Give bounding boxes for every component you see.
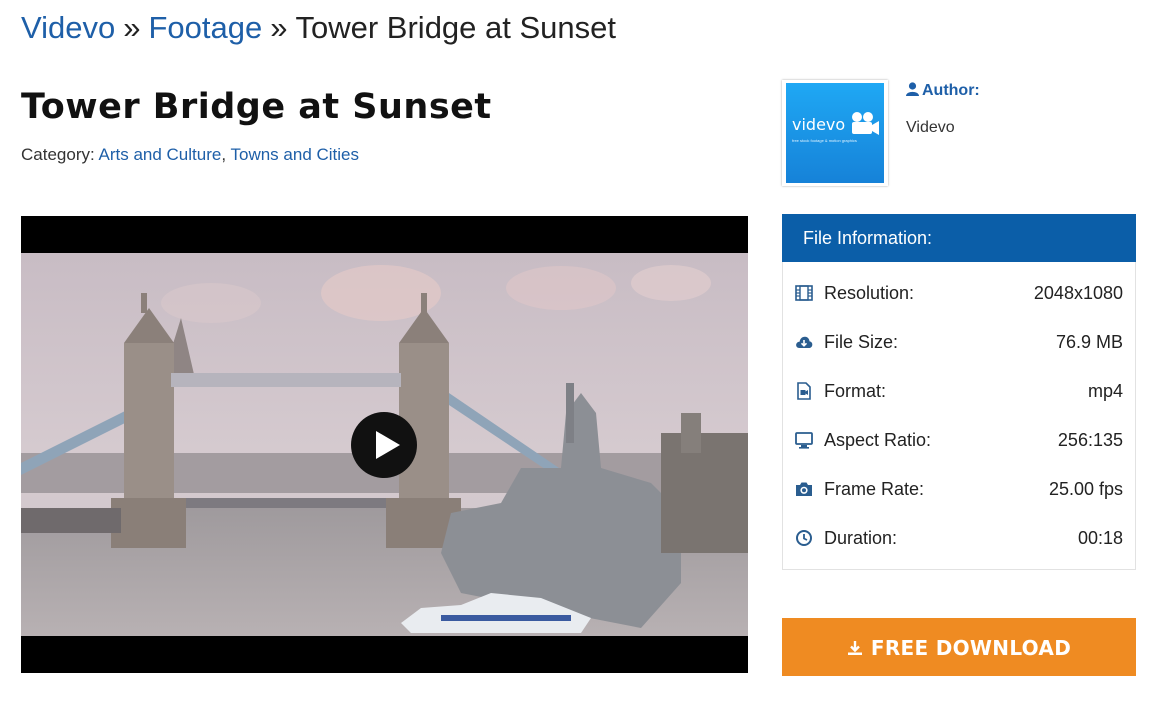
breadcrumb-footage-link[interactable]: Footage	[148, 10, 262, 45]
category-line: Category: Arts and Culture, Towns and Ci…	[21, 144, 359, 166]
info-row-aspect-ratio: Aspect Ratio: 256:135	[795, 428, 1123, 452]
logo-text: videvo	[792, 115, 846, 134]
category-label: Category:	[21, 145, 95, 164]
breadcrumb-separator: »	[270, 10, 288, 45]
info-value: 256:135	[1057, 430, 1123, 450]
free-download-button[interactable]: FREE DOWNLOAD	[782, 618, 1136, 676]
author-heading: Author:	[906, 81, 980, 101]
info-row-resolution: Resolution: 2048x1080	[795, 281, 1123, 305]
videvo-logo: videvo free stock footage & motion graph…	[786, 83, 884, 183]
info-row-frame-rate: Frame Rate: 25.00 fps	[795, 477, 1123, 501]
play-icon	[376, 431, 400, 459]
info-value: 00:18	[1077, 528, 1123, 548]
film-icon	[795, 285, 813, 301]
page-title: Tower Bridge at Sunset	[21, 87, 492, 127]
logo-tagline: free stock footage & motion graphics	[792, 138, 857, 143]
video-camera-icon	[852, 112, 879, 135]
info-label: Frame Rate:	[824, 479, 925, 499]
play-button[interactable]	[351, 412, 417, 478]
file-video-icon	[797, 382, 811, 400]
video-player[interactable]	[21, 216, 748, 673]
breadcrumb-separator: »	[123, 10, 141, 45]
info-row-format: Format: mp4	[795, 379, 1123, 403]
info-value: 2048x1080	[1033, 283, 1123, 303]
info-label: Duration:	[824, 528, 898, 548]
user-icon	[906, 82, 919, 96]
info-value: 25.00 fps	[1048, 479, 1123, 499]
download-label: FREE DOWNLOAD	[870, 636, 1072, 660]
file-information-panel: File Information: Resolution: 2048x1080 …	[782, 214, 1136, 570]
monitor-icon	[795, 432, 813, 449]
author-avatar[interactable]: videvo free stock footage & motion graph…	[782, 80, 888, 186]
clock-icon	[796, 530, 812, 546]
category-separator: ,	[221, 145, 227, 164]
breadcrumb-current: Tower Bridge at Sunset	[295, 10, 617, 45]
category-link-towns-and-cities[interactable]: Towns and Cities	[231, 145, 360, 164]
file-information-header: File Information:	[782, 214, 1136, 262]
info-value: mp4	[1087, 381, 1123, 401]
breadcrumb: Videvo» Footage» Tower Bridge at Sunset	[21, 8, 616, 48]
breadcrumb-home-link[interactable]: Videvo	[21, 10, 115, 45]
info-value: 76.9 MB	[1055, 332, 1123, 352]
camera-icon	[796, 482, 812, 496]
cloud-download-icon	[796, 336, 813, 348]
download-icon	[847, 641, 862, 655]
info-row-duration: Duration: 00:18	[795, 526, 1123, 550]
author-name-link[interactable]: Videvo	[906, 118, 955, 138]
author-label: Author:	[922, 82, 980, 99]
info-label: Aspect Ratio:	[824, 430, 932, 450]
info-label: Format:	[824, 381, 887, 401]
category-link-arts-and-culture[interactable]: Arts and Culture	[99, 145, 222, 164]
info-label: File Size:	[824, 332, 899, 352]
info-label: Resolution:	[824, 283, 915, 303]
info-row-file-size: File Size: 76.9 MB	[795, 330, 1123, 354]
